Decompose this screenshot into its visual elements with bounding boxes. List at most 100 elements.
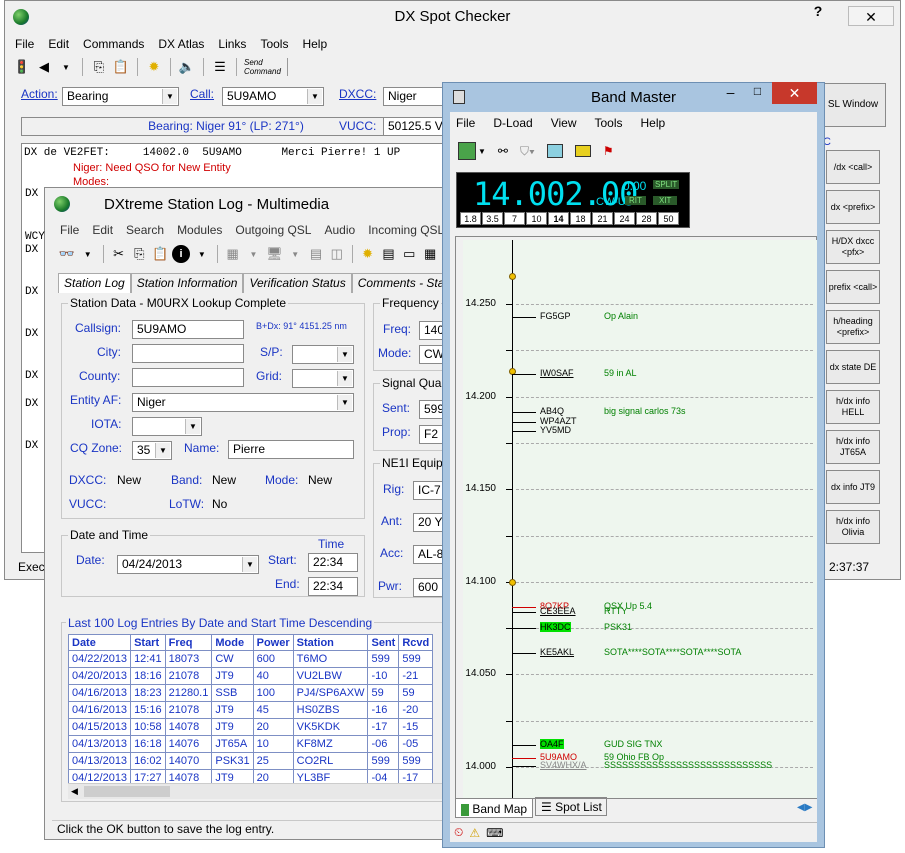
chevron-down-icon[interactable]: ▼ <box>307 89 322 104</box>
spot-callsign[interactable]: YV5MD <box>540 425 571 435</box>
dropdown-arrow-icon[interactable]: ▼ <box>193 245 211 263</box>
dxcc-field[interactable]: Niger <box>383 87 443 106</box>
command-button[interactable]: h/heading <prefix> <box>826 310 880 344</box>
menu-item-audio[interactable]: Audio <box>324 223 355 237</box>
bm-tab-band-map[interactable]: Band Map <box>455 798 533 818</box>
chevron-down-icon[interactable]: ▼ <box>337 347 352 362</box>
band-button-50[interactable]: 50 <box>658 212 679 225</box>
menu-item-d-load[interactable]: D-Load <box>493 116 532 130</box>
dropdown-arrow-icon[interactable]: ▼ <box>57 58 75 76</box>
action-select[interactable]: Bearing ▼ <box>62 87 179 106</box>
command-button[interactable]: prefix <call> <box>826 270 880 304</box>
xit-indicator[interactable]: XIT <box>653 196 678 205</box>
command-button[interactable]: h/dx info JT65A <box>826 430 880 464</box>
county-input[interactable] <box>132 368 244 387</box>
band-button-18[interactable]: 18 <box>570 212 591 225</box>
command-button[interactable]: h/dx info Olivia <box>826 510 880 544</box>
speaker-icon[interactable]: 🔈 <box>178 58 196 76</box>
dropdown-arrow-icon[interactable]: ▼ <box>478 147 486 156</box>
grid-select[interactable]: ▼ <box>292 369 354 388</box>
binoculars-icon[interactable]: 👓 <box>58 245 76 263</box>
spot-callsign[interactable]: SV4WHX/A <box>540 760 587 770</box>
menu-item-tools[interactable]: Tools <box>260 37 288 51</box>
cut-icon[interactable]: ✂ <box>110 245 128 263</box>
callsign-input[interactable]: 5U9AMO <box>132 320 244 339</box>
menu-item-commands[interactable]: Commands <box>83 37 144 51</box>
tab-verification-status[interactable]: Verification Status <box>243 273 352 293</box>
map-icon[interactable] <box>546 144 563 158</box>
filter-icon[interactable]: ⛉▾ <box>520 144 535 159</box>
spot-callsign[interactable]: CE3EEA <box>540 606 576 616</box>
table-row[interactable]: 04/13/2013 16:18 14076 JT65A 10 KF8MZ -06 -05 <box>67 735 434 753</box>
chevron-down-icon[interactable]: ▼ <box>162 89 177 104</box>
scroll-thumb[interactable] <box>84 786 170 797</box>
card-icon[interactable]: ▭ <box>400 245 418 263</box>
tab-station-information[interactable]: Station Information <box>130 273 244 293</box>
column-header-station[interactable]: Station <box>292 634 369 651</box>
download-icon[interactable] <box>458 142 476 160</box>
copy-icon[interactable]: ⎘ <box>90 58 108 76</box>
vucc-field[interactable]: 50125.5 V <box>383 117 443 136</box>
command-button[interactable]: dx info JT9 <box>826 470 880 504</box>
band-button-10[interactable]: 10 <box>526 212 547 225</box>
menu-item-file[interactable]: File <box>60 223 79 237</box>
band-button-3-5[interactable]: 3.5 <box>482 212 503 225</box>
chevron-down-icon[interactable]: ▼ <box>337 395 352 410</box>
radio-icon[interactable] <box>574 145 591 157</box>
menu-item-outgoing-qsl[interactable]: Outgoing QSL <box>235 223 311 237</box>
command-button[interactable]: dx state DE <box>826 350 880 384</box>
date-select[interactable]: 04/24/2013 ▼ <box>117 555 259 574</box>
chevron-down-icon[interactable]: ▼ <box>155 443 170 458</box>
minimize-button[interactable]: – <box>718 84 743 104</box>
start-input[interactable]: 22:34 <box>308 553 358 572</box>
menu-item-incoming-qsl[interactable]: Incoming QSL <box>368 223 444 237</box>
menu-item-tools[interactable]: Tools <box>595 116 623 130</box>
call-select[interactable]: 5U9AMO ▼ <box>222 87 324 106</box>
name-input[interactable]: Pierre <box>228 440 354 459</box>
band-button-28[interactable]: 28 <box>636 212 657 225</box>
help-button[interactable]: ? <box>806 1 830 21</box>
split-indicator[interactable]: SPLIT <box>653 180 680 189</box>
menu-item-dx-atlas[interactable]: DX Atlas <box>158 37 204 51</box>
command-button[interactable]: dx <prefix> <box>826 190 880 224</box>
band-button-21[interactable]: 21 <box>592 212 613 225</box>
menu-item-edit[interactable]: Edit <box>92 223 113 237</box>
menu-item-search[interactable]: Search <box>126 223 164 237</box>
column-header-start[interactable]: Start <box>130 634 166 651</box>
menu-item-file[interactable]: File <box>15 37 34 51</box>
menu-item-help[interactable]: Help <box>641 116 666 130</box>
document-icon[interactable]: ▤ <box>307 245 325 263</box>
table-row[interactable]: 04/15/2013 10:58 14078 JT9 20 VK5KDK -17 -15 <box>67 718 434 736</box>
table-row[interactable]: 04/16/2013 15:16 21078 JT9 45 HS0ZBS -16 -20 <box>67 701 434 719</box>
spot-callsign[interactable]: OA4F <box>540 738 564 749</box>
close-button[interactable]: ✕ <box>772 82 817 104</box>
menu-item-view[interactable]: View <box>551 116 577 130</box>
cq-zone-select[interactable]: 35 ▼ <box>132 441 172 460</box>
sun-icon[interactable]: ✹ <box>359 245 377 263</box>
close-button[interactable]: ✕ <box>848 6 894 26</box>
tab-station-log[interactable]: Station Log <box>58 273 131 293</box>
command-button[interactable]: /dx <call> <box>826 150 880 184</box>
connect-icon[interactable]: ⚯ <box>498 144 508 158</box>
table-row[interactable]: 04/13/2013 16:02 14070 PSK31 25 CO2RL 599 599 <box>67 752 434 770</box>
grid-icon[interactable]: ▦ <box>224 245 242 263</box>
disk-icon[interactable]: ◫ <box>328 245 346 263</box>
table-row[interactable]: 04/20/2013 18:16 21078 JT9 40 VU2LBW -10 -21 <box>67 667 434 685</box>
end-input[interactable]: 22:34 <box>308 577 358 596</box>
chevron-down-icon[interactable]: ▼ <box>185 419 200 434</box>
menu-item-help[interactable]: Help <box>302 37 327 51</box>
send-command-button[interactable]: Send Command <box>244 58 288 76</box>
band-button-1-8[interactable]: 1.8 <box>460 212 481 225</box>
horizontal-scrollbar[interactable]: ◀ <box>68 783 450 799</box>
maximize-button[interactable]: □ <box>745 84 770 104</box>
menu-item-file[interactable]: File <box>456 116 475 130</box>
band-button-14[interactable]: 14 <box>548 212 569 225</box>
copy-icon[interactable]: ⎘ <box>130 245 148 263</box>
column-header-date[interactable]: Date <box>67 634 132 651</box>
spot-callsign[interactable]: IW0SAF <box>540 368 574 378</box>
band-button-24[interactable]: 24 <box>614 212 635 225</box>
document-icon[interactable]: ▤ <box>380 245 398 263</box>
flag-icon[interactable]: ⚑ <box>603 144 614 158</box>
scroll-left-icon[interactable]: ◀ <box>71 786 78 797</box>
bm-tab-spot-list[interactable]: ☰ Spot List <box>535 797 607 816</box>
